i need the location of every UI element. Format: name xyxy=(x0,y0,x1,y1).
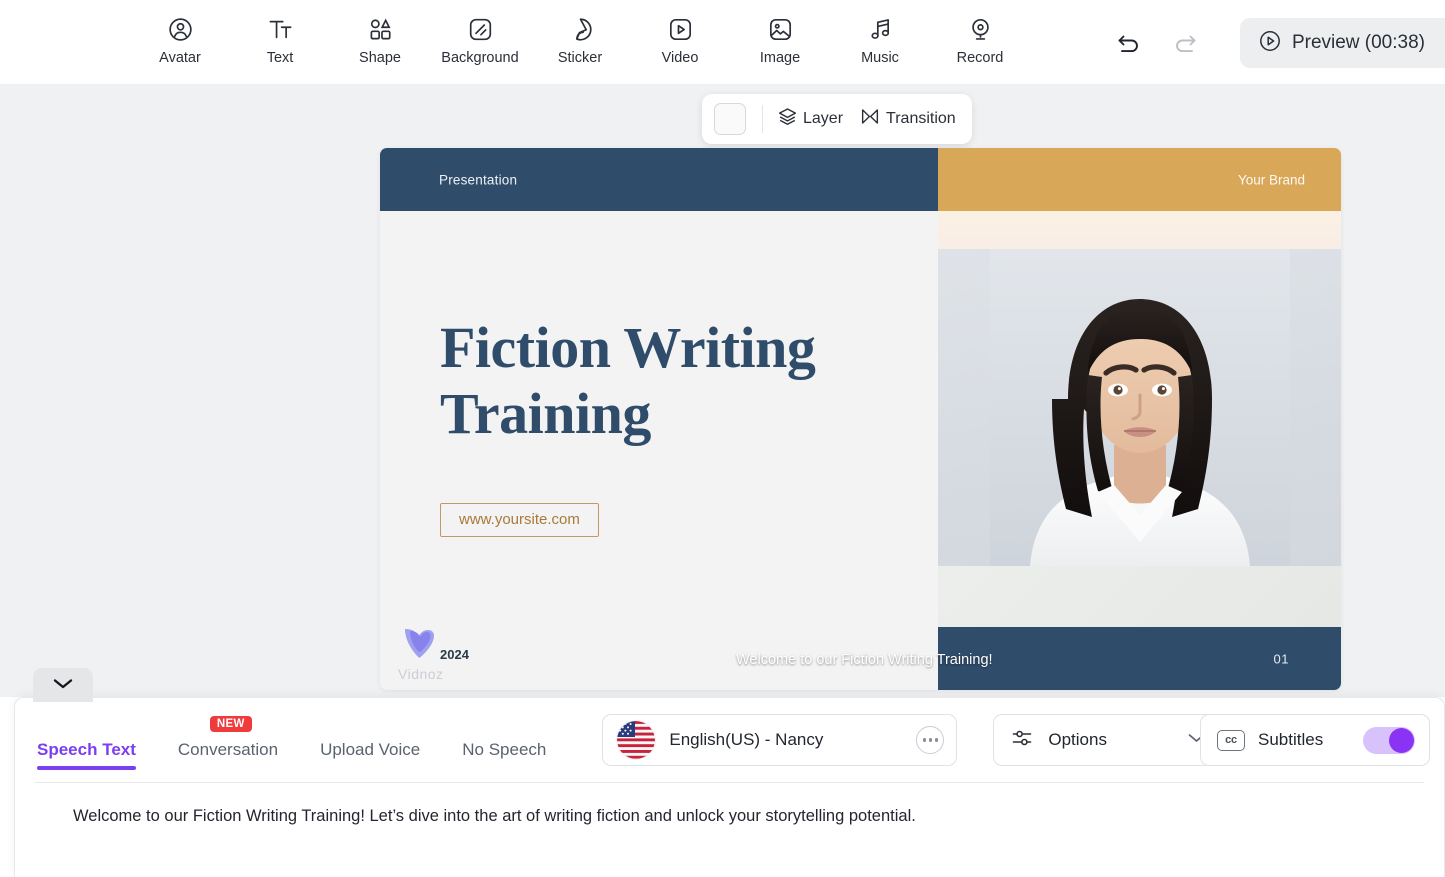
slide-url-button[interactable]: www.yoursite.com xyxy=(440,503,599,537)
transition-label: Transition xyxy=(886,110,956,127)
slide-right-panel: Your Brand 01 xyxy=(938,148,1341,690)
toolbar-item-label: Image xyxy=(759,50,801,66)
layer-transition-bar: Layer Transition xyxy=(702,94,972,144)
subtitles-toggle[interactable] xyxy=(1363,726,1415,754)
chevron-down-icon xyxy=(52,676,74,695)
toolbar-item-music[interactable]: Music xyxy=(830,10,930,74)
tab-no-speech[interactable]: No Speech xyxy=(462,740,546,770)
tab-label: Conversation xyxy=(177,740,279,759)
more-dots-icon[interactable] xyxy=(916,726,945,754)
toolbar-item-shape[interactable]: Shape xyxy=(330,10,430,74)
options-dropdown[interactable]: Options xyxy=(993,714,1224,766)
avatar-illustration xyxy=(989,249,1290,566)
color-swatch-button[interactable] xyxy=(714,103,746,135)
collapse-panel-button[interactable] xyxy=(33,668,93,702)
toolbar-item-label: Music xyxy=(861,50,899,66)
speech-text-value: Welcome to our Fiction Writing Training!… xyxy=(73,807,916,825)
toolbar-items: Avatar Text Shape Background Sticker Vid… xyxy=(130,10,1030,74)
toolbar-item-text[interactable]: Text xyxy=(230,10,330,74)
tab-label: No Speech xyxy=(462,740,547,759)
play-circle-icon xyxy=(1258,29,1282,58)
avatar-photo[interactable] xyxy=(938,249,1341,566)
vidnoz-watermark-label: Vidnoz xyxy=(398,666,444,682)
sticker-icon xyxy=(567,14,594,44)
tab-speech-text[interactable]: Speech Text xyxy=(37,740,136,770)
slide-cream-strip xyxy=(938,211,1341,249)
slide-url-label: www.yoursite.com xyxy=(459,511,580,528)
toolbar-item-avatar[interactable]: Avatar xyxy=(130,10,230,74)
divider xyxy=(762,105,763,133)
toolbar-item-label: Shape xyxy=(359,50,401,66)
toolbar-item-label: Record xyxy=(956,50,1004,66)
preview-button[interactable]: Preview (00:38) xyxy=(1239,18,1445,68)
tab-conversation[interactable]: NEW Conversation xyxy=(177,716,279,770)
us-flag-icon xyxy=(617,721,656,759)
slide-brand-bar: Your Brand xyxy=(938,148,1341,211)
speech-tabs: Speech Text NEW Conversation Upload Voic… xyxy=(37,710,588,770)
toolbar-item-label: Text xyxy=(266,50,294,66)
speech-panel-toolbar: Speech Text NEW Conversation Upload Voic… xyxy=(15,698,1444,782)
slide-header-label: Presentation xyxy=(439,172,518,187)
video-editor-app: Avatar Text Shape Background Sticker Vid… xyxy=(0,0,1445,877)
toolbar-item-sticker[interactable]: Sticker xyxy=(530,10,630,74)
slide-subtitle-overlay: Welcome to our Fiction Writing Training! xyxy=(736,652,993,668)
redo-button[interactable] xyxy=(1170,27,1200,57)
undo-button[interactable] xyxy=(1114,27,1144,57)
transition-button[interactable]: Transition xyxy=(859,106,956,132)
canvas-area: Layer Transition Presentation Fiction Wr… xyxy=(0,85,1445,697)
speech-text-area[interactable]: Welcome to our Fiction Writing Training!… xyxy=(35,782,1424,877)
tab-label: Speech Text xyxy=(37,740,136,759)
video-icon xyxy=(667,14,694,44)
toolbar-item-label: Avatar xyxy=(159,50,201,66)
slide-brand-label: Your Brand xyxy=(1237,172,1305,187)
slide-page-number: 01 xyxy=(1273,651,1289,666)
subtitles-label: Subtitles xyxy=(1258,730,1324,749)
slide-title[interactable]: Fiction Writing Training xyxy=(440,315,910,447)
toolbar-item-label: Background xyxy=(441,50,519,66)
options-label: Options xyxy=(1048,730,1107,749)
toolbar-item-record[interactable]: Record xyxy=(930,10,1030,74)
background-icon xyxy=(467,14,494,44)
voice-name-label: English(US) - Nancy xyxy=(669,730,824,749)
layer-label: Layer xyxy=(803,110,844,127)
slide-footer-bar: 01 xyxy=(938,627,1341,690)
subtitles-control: cc Subtitles xyxy=(1200,714,1430,766)
slide-canvas[interactable]: Presentation Fiction Writing Training ww… xyxy=(380,148,1341,690)
slide-year-label: 2024 xyxy=(440,647,469,662)
new-badge: NEW xyxy=(209,716,252,732)
voice-selector[interactable]: English(US) - Nancy xyxy=(602,714,958,766)
sliders-icon xyxy=(1010,726,1034,755)
transition-icon xyxy=(859,106,881,132)
speech-panel: Speech Text NEW Conversation Upload Voic… xyxy=(14,697,1445,877)
history-controls xyxy=(1114,27,1200,57)
toolbar-item-background[interactable]: Background xyxy=(430,10,530,74)
text-icon xyxy=(267,14,294,44)
slide-light-strip xyxy=(938,566,1341,627)
toolbar-item-label: Video xyxy=(661,50,699,66)
preview-label: Preview (00:38) xyxy=(1291,32,1425,53)
cc-icon: cc xyxy=(1217,729,1245,751)
music-icon xyxy=(867,14,894,44)
layer-button[interactable]: Layer xyxy=(777,106,843,132)
slide-header-bar: Presentation xyxy=(380,148,938,211)
toolbar-item-label: Sticker xyxy=(557,50,603,66)
slide-left-panel: Presentation Fiction Writing Training ww… xyxy=(380,148,938,690)
image-icon xyxy=(767,14,794,44)
toolbar-item-image[interactable]: Image xyxy=(730,10,830,74)
shape-icon xyxy=(367,14,394,44)
layers-icon xyxy=(777,106,798,132)
top-toolbar: Avatar Text Shape Background Sticker Vid… xyxy=(0,0,1445,85)
record-icon xyxy=(967,14,994,44)
avatar-icon xyxy=(167,14,194,44)
toolbar-item-video[interactable]: Video xyxy=(630,10,730,74)
tab-upload-voice[interactable]: Upload Voice xyxy=(320,740,420,770)
tab-label: Upload Voice xyxy=(320,740,421,759)
